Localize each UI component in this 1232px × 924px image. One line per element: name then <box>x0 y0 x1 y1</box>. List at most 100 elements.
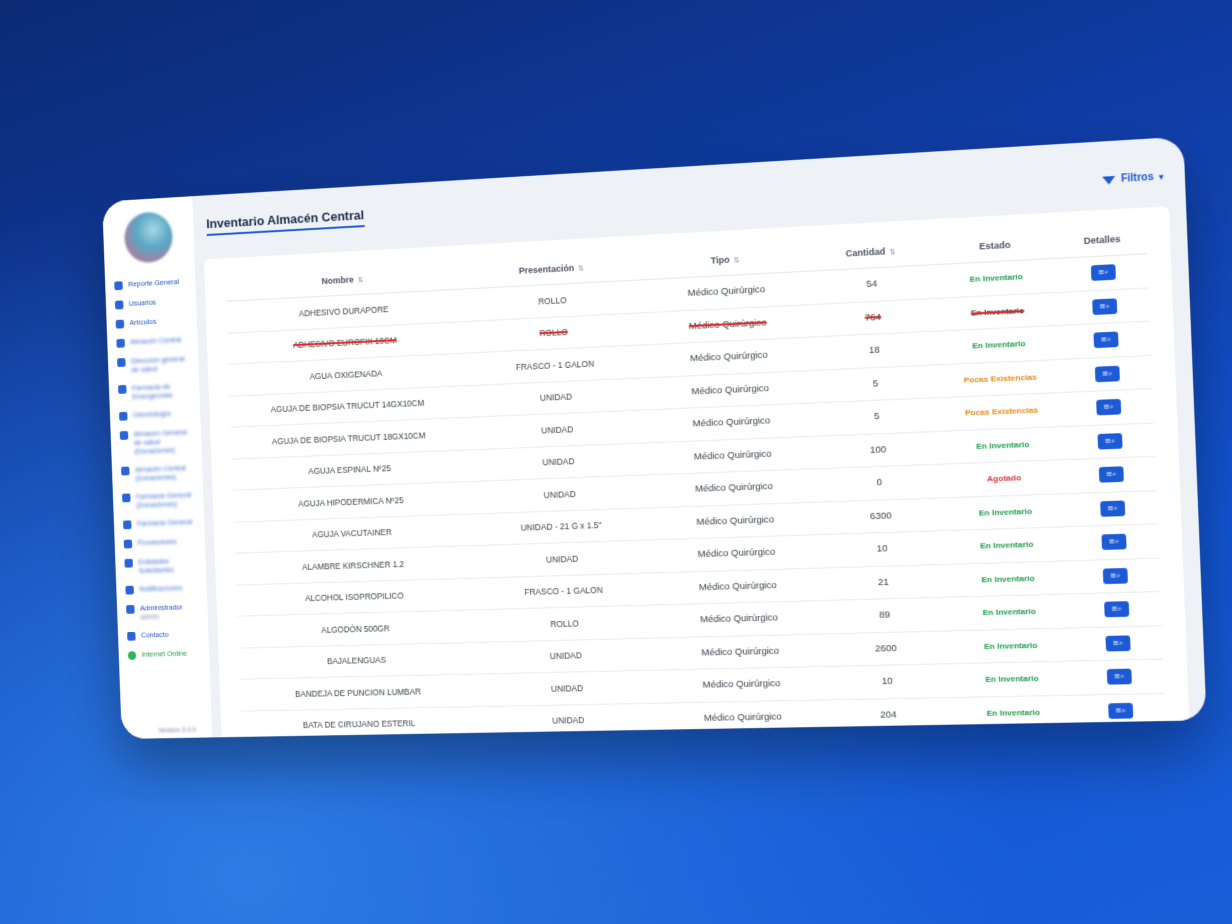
cell-nombre: BATA DE CIRUJANO ESTERIL <box>241 706 479 739</box>
status-badge: En Inventario <box>945 560 1072 597</box>
app-window: Reporte General Usuarios Artículos Almacén … <box>102 137 1206 739</box>
cell-tipo: Médico Quirúrgico <box>651 502 820 540</box>
wifi-icon <box>128 651 137 660</box>
building-icon <box>118 385 127 394</box>
cell-detalles: ≡⌕ <box>1060 287 1150 325</box>
cell-presentacion: UNIDAD <box>478 703 660 739</box>
details-button[interactable]: ≡⌕ <box>1095 365 1120 382</box>
details-button[interactable]: ≡⌕ <box>1092 298 1117 315</box>
details-button[interactable]: ≡⌕ <box>1107 669 1132 685</box>
details-button[interactable]: ≡⌕ <box>1101 534 1126 550</box>
status-badge: Pocas Existencias <box>937 359 1064 398</box>
filters-button[interactable]: Filtros ▾ <box>1103 171 1164 186</box>
filters-label: Filtros <box>1121 172 1154 185</box>
sidebar-item-label: Administrador admin <box>140 603 183 622</box>
details-button[interactable]: ≡⌕ <box>1103 568 1128 584</box>
inventory-card: Nombre ⇅ Presentación ⇅ Tipo ⇅ Cantidad ⇅ Es… <box>204 206 1190 739</box>
sidebar-item-text: Usuarios <box>129 298 157 308</box>
main-content: Inventario Almacén Central Filtros ▾ Nom… <box>192 137 1206 738</box>
chevron-down-icon: ▾ <box>1159 172 1164 182</box>
sidebar-item-entidades-solicitantes[interactable]: Entidades Solicitantes <box>115 551 206 581</box>
sidebar-item-almacén-central-donaciones[interactable]: Almacén Central (Donaciones) <box>112 458 203 488</box>
sidebar-item-notificaciones[interactable]: Notificaciones <box>116 578 207 600</box>
header-label: Presentación <box>519 263 575 276</box>
sidebar-item-text: Contacto <box>141 630 169 639</box>
sidebar-item-label: Entidades Solicitantes <box>138 556 200 575</box>
sidebar-item-text: Odontología <box>133 409 171 419</box>
sidebar-item-dirección-general-de-salud[interactable]: Dirección general de salud <box>108 349 199 380</box>
details-button[interactable]: ≡⌕ <box>1096 399 1121 416</box>
cell-detalles: ≡⌕ <box>1076 693 1166 728</box>
cell-cantidad: 18 <box>812 331 937 370</box>
details-button[interactable]: ≡⌕ <box>1097 433 1122 449</box>
cell-detalles: ≡⌕ <box>1073 625 1163 661</box>
sidebar-item-internet-online[interactable]: Internet Online <box>118 644 209 665</box>
status-badge: En Inventario <box>942 493 1069 531</box>
details-button[interactable]: ≡⌕ <box>1099 467 1124 483</box>
sidebar-item-text: Internet Online <box>142 649 188 659</box>
building-icon <box>116 339 125 348</box>
sidebar-item-text: Entidades Solicitantes <box>138 557 174 575</box>
users-icon <box>115 300 124 309</box>
details-search-icon: ≡⌕ <box>1101 335 1112 344</box>
store-icon <box>124 540 133 549</box>
details-search-icon: ≡⌕ <box>1103 403 1114 412</box>
cell-detalles: ≡⌕ <box>1063 355 1153 392</box>
page-title: Inventario Almacén Central <box>206 207 364 236</box>
sidebar-item-farmacia-general-donaciones[interactable]: Farmacia General (Donaciones) <box>113 485 204 515</box>
sidebar-item-label: Reporte General <box>128 277 179 288</box>
cell-cantidad: 21 <box>821 564 946 601</box>
sort-icon: ⇅ <box>734 257 740 264</box>
sidebar-item-text: Almacén Central (Donaciones) <box>135 463 186 482</box>
details-search-icon: ≡⌕ <box>1110 571 1121 580</box>
building-icon <box>120 431 129 440</box>
status-badge: En Inventario <box>946 594 1073 631</box>
header-label: Cantidad <box>845 246 885 258</box>
cell-cantidad: 0 <box>817 464 942 501</box>
header-label: Tipo <box>710 255 729 266</box>
header-label: Estado <box>979 240 1011 252</box>
sidebar-item-farmacia-de-emergencias[interactable]: Farmacia de Emergencias <box>109 376 200 407</box>
details-search-icon: ≡⌕ <box>1107 504 1118 513</box>
details-button[interactable]: ≡⌕ <box>1093 332 1118 349</box>
header-label: Detalles <box>1084 234 1121 246</box>
building-icon <box>117 358 126 367</box>
version-label: Versión 3.0.0 <box>158 727 196 734</box>
cell-tipo: Médico Quirúrgico <box>653 535 822 573</box>
sidebar-item-label: Proveedores <box>137 537 176 547</box>
sort-icon: ⇅ <box>358 277 364 284</box>
building-icon <box>121 467 130 476</box>
sidebar-item-text: Artículos <box>129 317 156 327</box>
sidebar-item-text: Farmacia de Emergencias <box>132 382 173 401</box>
cell-tipo: Médico Quirúrgico <box>656 633 825 670</box>
sidebar-item-label: Notificaciones <box>139 583 182 593</box>
cell-cantidad: 2600 <box>824 630 949 666</box>
details-button[interactable]: ≡⌕ <box>1091 264 1116 281</box>
cell-detalles: ≡⌕ <box>1072 591 1162 627</box>
sidebar-item-almacén-general-de-salud-donaciones[interactable]: Almacén General de salud (Donaciones) <box>110 422 202 461</box>
cell-cantidad: 5 <box>815 398 940 436</box>
cell-nombre: BANDEJA DE PUNCION LUMBAR <box>240 674 478 711</box>
details-button[interactable]: ≡⌕ <box>1105 635 1130 651</box>
cell-nombre: BAJALENGUAS <box>239 642 477 679</box>
details-search-icon: ≡⌕ <box>1114 672 1125 681</box>
inventory-table: Nombre ⇅ Presentación ⇅ Tipo ⇅ Cantidad ⇅ Es… <box>225 222 1166 739</box>
building-icon <box>122 493 131 502</box>
cell-tipo: Médico Quirúrgico <box>659 699 828 735</box>
details-button[interactable]: ≡⌕ <box>1100 500 1125 516</box>
sidebar-item-label: Dirección general de salud <box>131 354 193 374</box>
sort-icon: ⇅ <box>889 249 895 256</box>
status-badge: En Inventario <box>949 661 1076 697</box>
details-button[interactable]: ≡⌕ <box>1104 601 1129 617</box>
status-badge: En Inventario <box>950 695 1077 731</box>
status-badge: En Inventario <box>943 527 1070 564</box>
sidebar-item-administrador[interactable]: Administrador admin <box>117 597 208 626</box>
cell-detalles: ≡⌕ <box>1075 659 1165 695</box>
sidebar-item-text: Almacén Central <box>130 335 181 346</box>
cell-presentacion: UNIDAD <box>475 638 657 675</box>
building-icon <box>124 559 133 568</box>
sidebar-item-contacto[interactable]: Contacto <box>118 624 209 646</box>
sidebar-item-label: Farmacia General (Donaciones) <box>136 490 198 510</box>
cell-cantidad: 89 <box>822 597 947 633</box>
details-button[interactable]: ≡⌕ <box>1108 703 1133 719</box>
